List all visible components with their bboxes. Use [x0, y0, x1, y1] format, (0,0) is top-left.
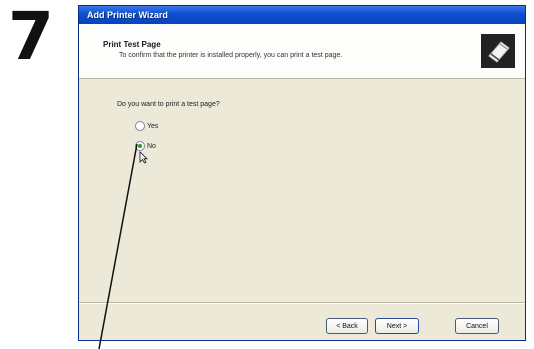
callout-line	[98, 143, 138, 349]
